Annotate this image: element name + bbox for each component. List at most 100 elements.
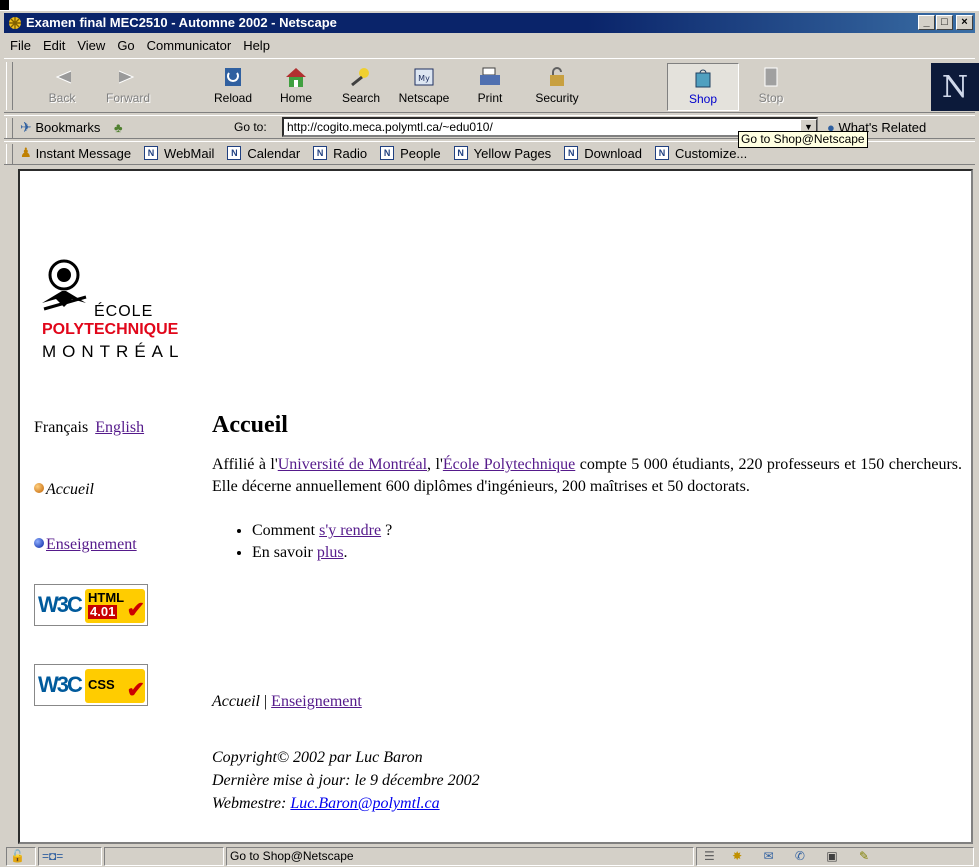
- shopping-bag-icon: [695, 69, 711, 88]
- universite-montreal-link[interactable]: Université de Montréal: [278, 456, 427, 473]
- location-grip[interactable]: [6, 118, 13, 138]
- print-button[interactable]: Print: [462, 63, 518, 111]
- yellow-pages-link[interactable]: N Yellow Pages: [453, 146, 551, 161]
- netscape-n-icon: N: [931, 63, 979, 111]
- netscape-page-icon: N: [655, 146, 670, 160]
- netscape-page-icon: N: [227, 146, 242, 160]
- composer-icon[interactable]: ▣: [826, 849, 837, 863]
- lang-english-link[interactable]: English: [95, 419, 144, 436]
- netscape-star-icon[interactable]: ✸: [732, 849, 742, 863]
- page-content[interactable]: ÉCOLE POLYTECHNIQUE MONTRÉAL Français En…: [18, 169, 973, 844]
- ecole-polytechnique-link[interactable]: École Polytechnique: [443, 456, 575, 473]
- netscape-page-icon: N: [144, 146, 159, 160]
- edit-icon[interactable]: ✎: [859, 849, 869, 863]
- red-check-icon: ✔: [126, 677, 145, 702]
- mail-icon[interactable]: ✉: [764, 849, 774, 863]
- reload-button[interactable]: Reload: [205, 63, 261, 111]
- intro-paragraph: Affilié à l'Université de Montréal, l'Éc…: [212, 456, 963, 495]
- title-bar[interactable]: Examen final MEC2510 - Automne 2002 - Ne…: [4, 13, 975, 33]
- padlock-icon: 🔓: [10, 849, 25, 863]
- home-icon: [286, 68, 306, 87]
- back-arrow-icon: [55, 70, 72, 84]
- menu-edit[interactable]: Edit: [37, 38, 71, 53]
- back-button[interactable]: Back: [34, 63, 90, 111]
- netscape-app-icon: [9, 17, 21, 29]
- netscape-throbber-logo[interactable]: N: [931, 63, 979, 111]
- footer-accueil: Accueil: [212, 693, 260, 710]
- svg-text:My: My: [418, 74, 430, 83]
- school-crest-icon: [42, 259, 87, 311]
- w3c-html401-badge[interactable]: W3C HTML 4.01 ✔: [34, 584, 148, 626]
- minimize-button[interactable]: _: [918, 15, 935, 30]
- w3c-css-badge[interactable]: W3C CSS ✔: [34, 664, 148, 706]
- my-netscape-button[interactable]: My Netscape: [396, 63, 452, 111]
- bookmarks-button[interactable]: ✈ Bookmarks ♣: [20, 119, 123, 136]
- last-update-line: Dernière mise à jour: le 9 décembre 2002: [212, 772, 480, 789]
- lang-francais: Français: [34, 419, 89, 436]
- orange-bullet-icon: [34, 483, 44, 493]
- shop-button[interactable]: Shop: [667, 63, 739, 111]
- navigator-icon[interactable]: ☰: [704, 849, 715, 863]
- polytechnique-logo[interactable]: ÉCOLE POLYTECHNIQUE MONTRÉAL: [40, 257, 230, 367]
- webmail-link[interactable]: N WebMail: [144, 146, 214, 161]
- menu-communicator[interactable]: Communicator: [141, 38, 238, 53]
- security-status-cell[interactable]: 🔓: [6, 847, 36, 866]
- sidebar-item-accueil: Accueil: [34, 481, 94, 499]
- my-netscape-icon: My: [414, 68, 434, 86]
- footer-enseignement-link[interactable]: Enseignement: [271, 693, 362, 710]
- netscape-page-icon: N: [453, 146, 468, 160]
- download-link[interactable]: N Download: [564, 146, 642, 161]
- stop-button[interactable]: Stop: [743, 63, 799, 111]
- status-bar: 🔓 =◘= Go to Shop@Netscape ☰ ✸ ✉ ✆ ▣ ✎: [4, 845, 975, 867]
- logo-montreal-text: MONTRÉAL: [42, 342, 185, 361]
- menu-file[interactable]: File: [4, 38, 37, 53]
- netscape-page-icon: N: [313, 146, 328, 160]
- sidebar-item-enseignement[interactable]: Enseignement: [34, 536, 137, 554]
- footer-nav: Accueil | Enseignement: [212, 693, 362, 710]
- stop-icon: [764, 67, 778, 87]
- person-icon: ♟: [20, 145, 32, 160]
- language-switcher: Français English: [34, 419, 144, 437]
- toolbar-grip[interactable]: [6, 62, 13, 110]
- maximize-button[interactable]: □: [936, 15, 953, 30]
- messenger-icon[interactable]: ✆: [795, 849, 805, 863]
- menu-view[interactable]: View: [71, 38, 111, 53]
- bookmarks-icon: ✈: [20, 119, 32, 135]
- page-title: Accueil: [212, 412, 288, 438]
- browser-window: Examen final MEC2510 - Automne 2002 - Ne…: [0, 10, 979, 867]
- menu-help[interactable]: Help: [237, 38, 276, 53]
- window-title: Examen final MEC2510 - Automne 2002 - Ne…: [26, 15, 337, 30]
- home-button[interactable]: Home: [268, 63, 324, 111]
- close-button[interactable]: ×: [956, 15, 973, 30]
- goto-label: Go to:: [234, 120, 267, 134]
- info-list: Comment s'y rendre ? En savoir plus.: [252, 520, 962, 564]
- security-button[interactable]: Security: [529, 63, 585, 111]
- menu-go[interactable]: Go: [111, 38, 140, 53]
- bookmark-quickfile-icon[interactable]: ♣: [114, 120, 123, 135]
- search-icon: [351, 68, 369, 87]
- reload-icon: [225, 68, 241, 86]
- printer-icon: [480, 67, 500, 85]
- personal-grip[interactable]: [6, 144, 13, 164]
- webmaster-email-link[interactable]: Luc.Baron@polymtl.ca: [290, 795, 439, 812]
- webmaster-line: Webmestre: Luc.Baron@polymtl.ca: [212, 795, 440, 812]
- plus-link[interactable]: plus: [317, 544, 344, 561]
- forward-arrow-icon: [118, 70, 135, 84]
- people-link[interactable]: N People: [380, 146, 441, 161]
- connection-status-cell: =◘=: [38, 847, 102, 866]
- component-bar: ☰ ✸ ✉ ✆ ▣ ✎: [696, 847, 974, 866]
- blue-bullet-icon: [34, 538, 44, 548]
- netscape-page-icon: N: [380, 146, 395, 160]
- customize-link[interactable]: N Customize...: [655, 146, 747, 161]
- logo-polytechnique-text: POLYTECHNIQUE: [42, 321, 179, 338]
- sy-rendre-link[interactable]: s'y rendre: [319, 522, 381, 539]
- copyright-line: Copyright© 2002 par Luc Baron: [212, 749, 423, 766]
- forward-button[interactable]: Forward: [100, 63, 156, 111]
- instant-message-link[interactable]: ♟ Instant Message: [20, 145, 131, 161]
- search-button[interactable]: Search: [333, 63, 389, 111]
- status-text: Go to Shop@Netscape: [226, 847, 694, 866]
- radio-link[interactable]: N Radio: [313, 146, 367, 161]
- w3c-logo-text: W3C: [38, 592, 83, 617]
- svg-text:N: N: [942, 70, 968, 105]
- calendar-link[interactable]: N Calendar: [227, 146, 300, 161]
